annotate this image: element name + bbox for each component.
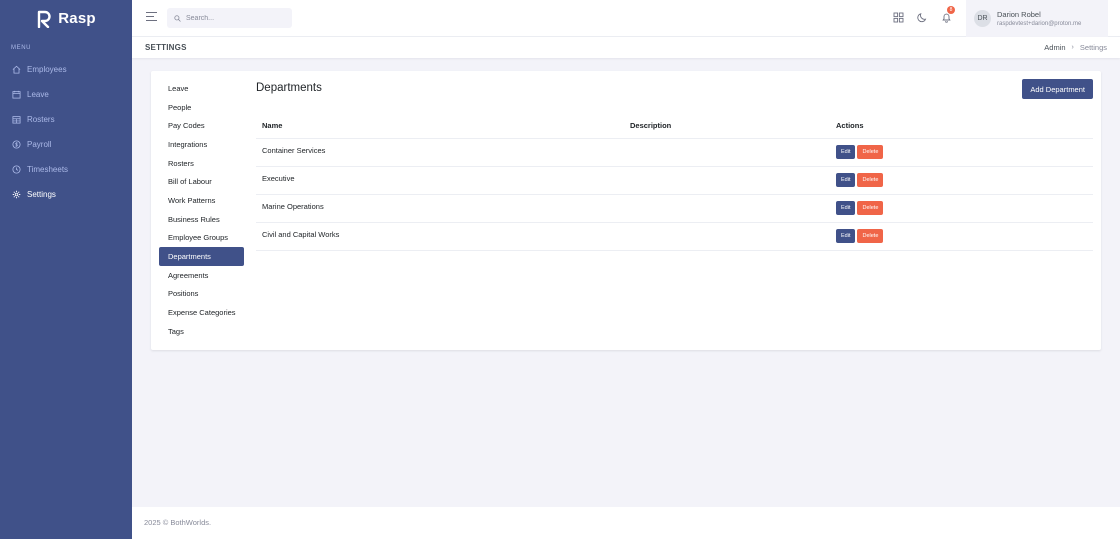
add-department-button[interactable]: Add Department bbox=[1022, 79, 1093, 99]
department-name: Marine Operations bbox=[256, 194, 624, 223]
sidebar-item-payroll[interactable]: Payroll bbox=[0, 132, 132, 157]
dollar-circle-icon bbox=[12, 140, 21, 149]
departments-table: Name Description Actions Container Servi… bbox=[256, 113, 1093, 251]
sidebar: Rasp MENU Employees Leave Rosters Payrol… bbox=[0, 0, 132, 539]
department-description bbox=[624, 138, 830, 167]
column-header-actions: Actions bbox=[830, 113, 1093, 139]
page-title: SETTINGS bbox=[145, 43, 187, 52]
settings-nav-tags[interactable]: Tags bbox=[159, 322, 244, 341]
settings-nav-business-rules[interactable]: Business Rules bbox=[159, 210, 244, 229]
settings-nav-employee-groups[interactable]: Employee Groups bbox=[159, 229, 244, 248]
sidebar-item-label: Leave bbox=[27, 90, 49, 99]
edit-button[interactable]: Edit bbox=[836, 201, 856, 215]
menu-title: MENU bbox=[11, 45, 32, 51]
settings-nav-rosters[interactable]: Rosters bbox=[159, 154, 244, 173]
user-email: raspdevtest+darion@proton.me bbox=[997, 21, 1082, 27]
table-header-row: Name Description Actions bbox=[256, 113, 1093, 139]
sidebar-item-label: Settings bbox=[27, 190, 56, 199]
breadcrumb-settings: Settings bbox=[1079, 43, 1107, 52]
delete-button[interactable]: Delete bbox=[857, 229, 884, 243]
page-title-bar: SETTINGS Admin › Settings bbox=[132, 37, 1120, 58]
settings-nav-positions[interactable]: Positions bbox=[159, 285, 244, 304]
edit-button[interactable]: Edit bbox=[836, 145, 856, 159]
menu-toggle-icon[interactable] bbox=[146, 12, 157, 24]
dark-mode-moon-icon[interactable] bbox=[917, 12, 928, 23]
search-icon bbox=[174, 14, 181, 22]
settings-nav-leave[interactable]: Leave bbox=[159, 79, 244, 98]
sidebar-item-leave[interactable]: Leave bbox=[0, 82, 132, 107]
settings-nav: Leave People Pay Codes Integrations Rost… bbox=[159, 79, 244, 341]
breadcrumb: Admin › Settings bbox=[1044, 43, 1107, 52]
settings-nav-people[interactable]: People bbox=[159, 98, 244, 117]
table-row: Executive Edit Delete bbox=[256, 166, 1093, 195]
settings-nav-integrations[interactable]: Integrations bbox=[159, 135, 244, 154]
sidebar-nav: Employees Leave Rosters Payroll Timeshee… bbox=[0, 57, 132, 207]
department-description bbox=[624, 222, 830, 251]
chevron-right-icon: › bbox=[1071, 44, 1074, 51]
home-icon bbox=[12, 65, 21, 74]
edit-button[interactable]: Edit bbox=[836, 229, 856, 243]
apps-grid-icon[interactable] bbox=[893, 12, 904, 23]
settings-nav-pay-codes[interactable]: Pay Codes bbox=[159, 116, 244, 135]
delete-button[interactable]: Delete bbox=[857, 201, 884, 215]
rasp-logo-icon bbox=[38, 10, 51, 28]
sidebar-item-label: Rosters bbox=[27, 115, 55, 124]
logo[interactable]: Rasp bbox=[0, 0, 132, 37]
calendar-icon bbox=[12, 90, 21, 99]
department-name: Container Services bbox=[256, 138, 624, 167]
settings-nav-expense-categories[interactable]: Expense Categories bbox=[159, 303, 244, 322]
department-description bbox=[624, 194, 830, 223]
sidebar-item-rosters[interactable]: Rosters bbox=[0, 107, 132, 132]
column-header-description: Description bbox=[624, 113, 830, 139]
calendar-grid-icon bbox=[12, 116, 21, 124]
user-name: Darion Robel bbox=[997, 10, 1041, 19]
column-header-name: Name bbox=[256, 113, 624, 139]
clock-icon bbox=[12, 165, 21, 174]
settings-nav-agreements[interactable]: Agreements bbox=[159, 266, 244, 285]
user-menu[interactable]: DR Darion Robel raspdevtest+darion@proto… bbox=[966, 0, 1108, 37]
copyright-text: 2025 © BothWorlds. bbox=[144, 518, 212, 527]
notification-badge: 8 bbox=[947, 6, 955, 14]
settings-card: Leave People Pay Codes Integrations Rost… bbox=[151, 71, 1101, 350]
sidebar-item-timesheets[interactable]: Timesheets bbox=[0, 157, 132, 182]
avatar: DR bbox=[974, 10, 991, 27]
topbar: 8 DR Darion Robel raspdevtest+darion@pro… bbox=[132, 0, 1120, 37]
section-title: Departments bbox=[256, 82, 322, 94]
delete-button[interactable]: Delete bbox=[857, 173, 884, 187]
department-name: Executive bbox=[256, 166, 624, 195]
search-box[interactable] bbox=[167, 8, 292, 28]
department-description bbox=[624, 166, 830, 195]
breadcrumb-admin[interactable]: Admin bbox=[1044, 43, 1065, 52]
gear-icon bbox=[12, 190, 21, 199]
brand-name: Rasp bbox=[58, 10, 96, 27]
table-row: Civil and Capital Works Edit Delete bbox=[256, 222, 1093, 251]
delete-button[interactable]: Delete bbox=[857, 145, 884, 159]
sidebar-item-employees[interactable]: Employees bbox=[0, 57, 132, 82]
settings-nav-departments[interactable]: Departments bbox=[159, 247, 244, 266]
settings-nav-work-patterns[interactable]: Work Patterns bbox=[159, 191, 244, 210]
sidebar-item-label: Employees bbox=[27, 65, 67, 74]
row-actions: Edit Delete bbox=[830, 222, 1093, 251]
footer: 2025 © BothWorlds. bbox=[132, 507, 1120, 539]
table-row: Marine Operations Edit Delete bbox=[256, 194, 1093, 223]
sidebar-item-label: Payroll bbox=[27, 140, 52, 149]
settings-nav-bill-of-labour[interactable]: Bill of Labour bbox=[159, 172, 244, 191]
row-actions: Edit Delete bbox=[830, 194, 1093, 223]
sidebar-item-label: Timesheets bbox=[27, 165, 69, 174]
edit-button[interactable]: Edit bbox=[836, 173, 856, 187]
table-row: Container Services Edit Delete bbox=[256, 138, 1093, 167]
department-name: Civil and Capital Works bbox=[256, 222, 624, 251]
row-actions: Edit Delete bbox=[830, 166, 1093, 195]
row-actions: Edit Delete bbox=[830, 138, 1093, 167]
sidebar-item-settings[interactable]: Settings bbox=[0, 182, 132, 207]
search-input[interactable] bbox=[186, 14, 286, 22]
departments-panel: Departments Add Department Name Descript… bbox=[256, 79, 1093, 251]
